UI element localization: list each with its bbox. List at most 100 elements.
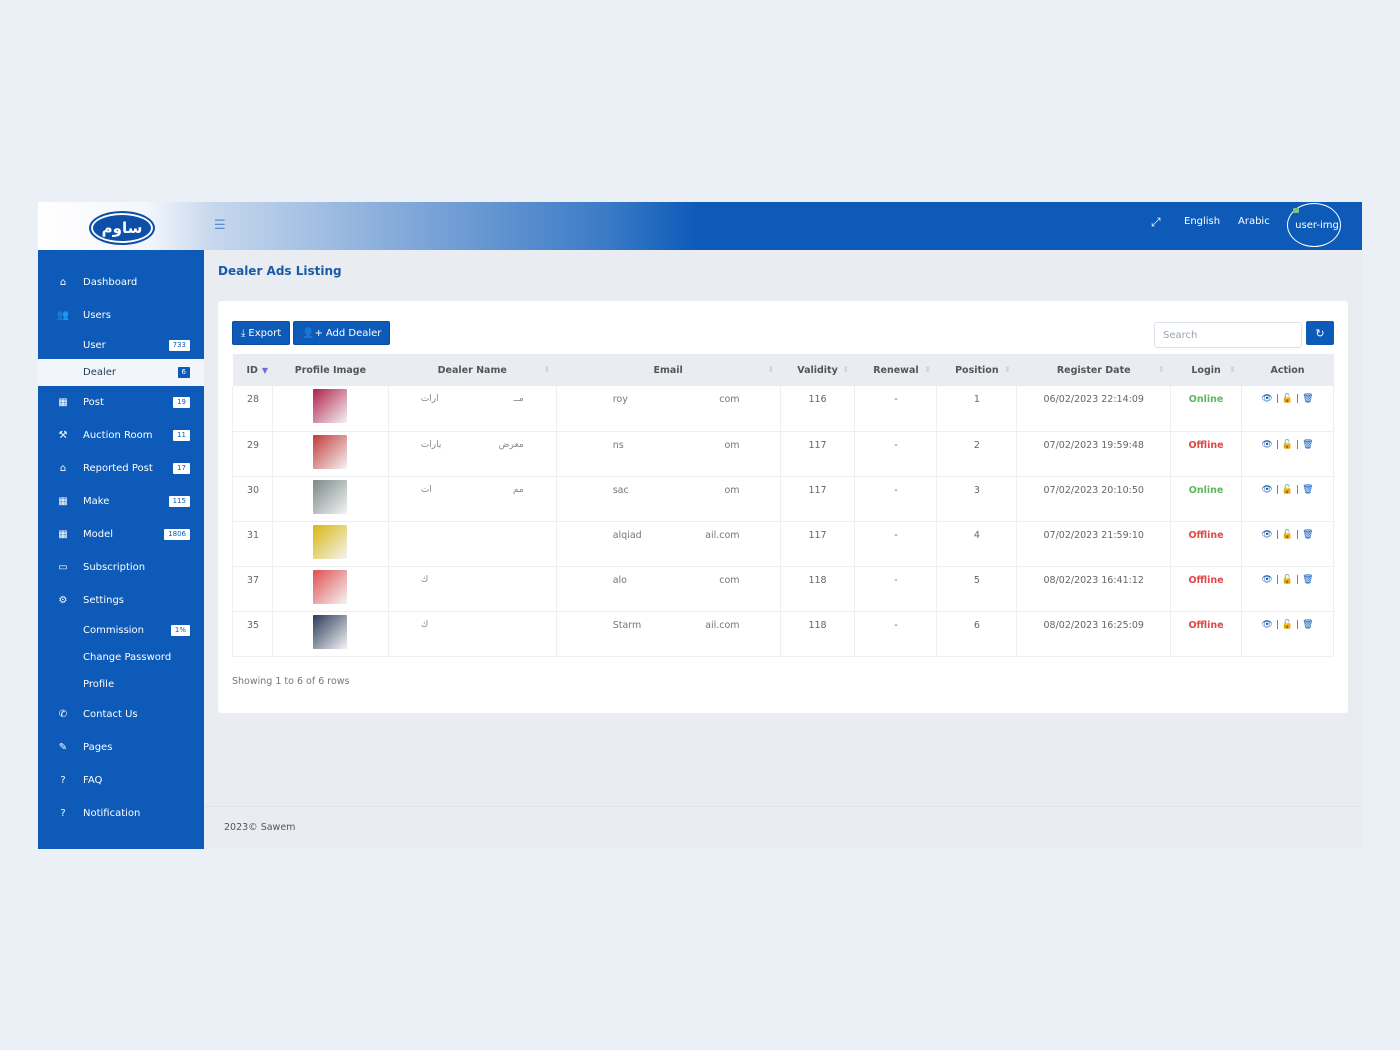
user-avatar[interactable]: user-img: [1287, 203, 1341, 247]
trash-icon[interactable]: 🗑: [1302, 440, 1313, 450]
cell-email: ns om: [555, 430, 781, 477]
email-fragment: com: [719, 394, 740, 405]
sidebar-item-commission[interactable]: Commission 1%: [38, 617, 204, 644]
expand-icon[interactable]: ⤢: [1151, 215, 1161, 230]
trash-icon[interactable]: 🗑: [1302, 485, 1313, 495]
email-fragment: roy: [612, 394, 628, 405]
column-label: Validity: [797, 364, 838, 376]
sidebar-item-faq[interactable]: ? FAQ: [38, 764, 204, 797]
sidebar-item-settings[interactable]: ⚙ Settings: [38, 584, 204, 617]
column-header-position[interactable]: Position ⬍: [937, 354, 1017, 386]
separator: |: [1296, 439, 1300, 450]
email-fragment: alqiad: [612, 529, 642, 541]
profile-thumbnail[interactable]: [313, 614, 348, 649]
pagination-info: Showing 1 to 6 of 6 rows: [232, 676, 350, 687]
footer-text: 2023© Sawem: [224, 822, 296, 833]
unlock-icon[interactable]: 🔓: [1282, 394, 1293, 404]
cell-dealer-name: ات مم: [387, 475, 557, 522]
sidebar-item-label: Users: [83, 310, 112, 321]
validity-value: 117: [808, 484, 827, 496]
cell-login: Online: [1170, 475, 1243, 522]
column-label: Register Date: [1056, 364, 1131, 376]
separator: |: [1275, 394, 1279, 404]
sidebar-item-reported-post[interactable]: ⌂ Reported Post 17: [38, 452, 204, 485]
hamburger-icon[interactable]: ☰: [214, 218, 226, 233]
name-fragment: ات: [420, 484, 432, 495]
profile-thumbnail[interactable]: [313, 569, 348, 604]
sidebar-item-user[interactable]: User 733: [38, 332, 204, 359]
sidebar-item-auction-room[interactable]: ⚒ Auction Room 11: [38, 419, 204, 452]
column-header-register-date[interactable]: Register Date ⬍: [1017, 354, 1171, 386]
users-icon: 👥: [56, 310, 70, 321]
column-header-action: Action: [1242, 354, 1334, 386]
column-header-validity[interactable]: Validity ⬍: [780, 354, 855, 386]
separator: |: [1275, 529, 1279, 540]
sidebar-item-subscription[interactable]: ▭ Subscription: [38, 551, 204, 584]
logo[interactable]: ساوم: [89, 211, 155, 245]
unlock-icon[interactable]: 🔓: [1282, 530, 1293, 540]
sidebar-item-dashboard[interactable]: ⌂ Dashboard: [38, 266, 204, 299]
cell-position: 1: [936, 386, 1018, 432]
refresh-button[interactable]: ↻: [1306, 321, 1334, 345]
trash-icon[interactable]: 🗑: [1302, 575, 1313, 585]
name-fragment: مــ: [513, 394, 524, 404]
email-fragment: om: [724, 439, 740, 451]
cell-dealer-name: ك: [387, 610, 557, 657]
separator: |: [1275, 439, 1279, 450]
column-header-email[interactable]: Email ⬍: [556, 354, 780, 386]
column-label: Profile Image: [294, 364, 367, 376]
search-input[interactable]: [1154, 322, 1302, 348]
language-english[interactable]: English: [1184, 216, 1220, 227]
trash-icon[interactable]: 🗑: [1302, 530, 1313, 540]
register-date: 06/02/2023 22:14:09: [1043, 394, 1144, 405]
listing-card: ⤓ Export 👤+ Add Dealer ↻ ID▼ Profile Imag…: [218, 301, 1348, 713]
column-header-id[interactable]: ID ▼: [233, 354, 273, 386]
view-icon[interactable]: 👁: [1261, 440, 1272, 450]
sidebar-item-post[interactable]: ▦ Post 19: [38, 386, 204, 419]
position-value: 5: [973, 574, 980, 586]
sidebar-item-users[interactable]: 👥 Users: [38, 299, 204, 332]
cell-position: 4: [936, 520, 1018, 567]
trash-icon[interactable]: 🗑: [1302, 620, 1313, 630]
unlock-icon[interactable]: 🔓: [1282, 485, 1293, 495]
view-icon[interactable]: 👁: [1261, 575, 1272, 585]
count-badge: 19: [173, 397, 190, 408]
sidebar-item-profile[interactable]: Profile: [38, 671, 204, 698]
column-header-login[interactable]: Login ⬍: [1171, 354, 1242, 386]
sort-icon: ⬍: [767, 364, 775, 374]
sidebar-item-notification[interactable]: ? Notification: [38, 797, 204, 830]
export-button[interactable]: ⤓ Export: [232, 321, 291, 345]
sidebar-item-change-password[interactable]: Change Password: [38, 644, 204, 671]
cell-validity: 117: [779, 430, 856, 477]
view-icon[interactable]: 👁: [1261, 394, 1272, 404]
profile-thumbnail[interactable]: [313, 389, 348, 423]
unlock-icon[interactable]: 🔓: [1282, 440, 1293, 450]
cell-actions: 👁 | 🔓 | 🗑: [1241, 520, 1334, 567]
sidebar-item-contact-us[interactable]: ✆ Contact Us: [38, 698, 204, 731]
position-value: 3: [973, 484, 980, 496]
sidebar-item-model[interactable]: ▦ Model 1806: [38, 518, 204, 551]
view-icon[interactable]: 👁: [1261, 620, 1272, 630]
column-header-dealer-name[interactable]: Dealer Name ⬍: [388, 354, 556, 386]
column-header-renewal[interactable]: Renewal ⬍: [855, 354, 937, 386]
language-arabic[interactable]: Arabic: [1238, 216, 1270, 227]
email-fragment: Starm: [612, 619, 642, 631]
dealer-table: ID ▼ Profile Image Dealer Name ⬍ Email ⬍ Validi…: [232, 354, 1334, 657]
add-dealer-button[interactable]: 👤+ Add Dealer: [293, 321, 391, 345]
sidebar-item-dealer[interactable]: Dealer 6: [38, 359, 204, 386]
trash-icon[interactable]: 🗑: [1302, 394, 1313, 404]
question-icon: ?: [60, 808, 66, 819]
unlock-icon[interactable]: 🔓: [1282, 575, 1293, 585]
main-content: Dealer Ads Listing ⤓ Export 👤+ Add Deale…: [204, 250, 1362, 849]
view-icon[interactable]: 👁: [1261, 485, 1272, 495]
view-icon[interactable]: 👁: [1261, 530, 1272, 540]
profile-thumbnail[interactable]: [313, 434, 348, 469]
profile-thumbnail[interactable]: [313, 479, 348, 514]
sidebar-item-label: Contact Us: [83, 709, 138, 720]
sidebar-item-make[interactable]: ▦ Make 115: [38, 485, 204, 518]
sidebar-item-pages[interactable]: ✎ Pages: [38, 731, 204, 764]
separator: |: [1275, 574, 1279, 585]
profile-thumbnail[interactable]: [313, 524, 348, 559]
unlock-icon[interactable]: 🔓: [1282, 620, 1293, 630]
sidebar-item-label: Reported Post: [83, 463, 153, 474]
